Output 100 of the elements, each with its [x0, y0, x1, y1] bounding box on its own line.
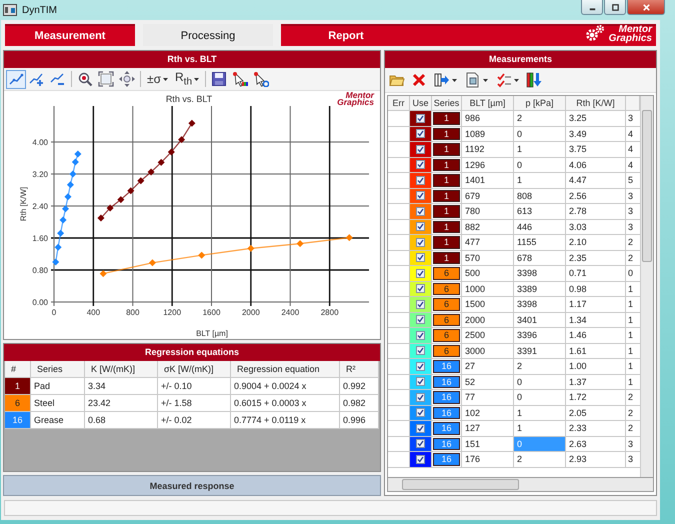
table-cell: 1500: [462, 297, 514, 312]
toolbar-button[interactable]: [230, 70, 250, 88]
column-header: σK [W/(mK)]: [158, 361, 231, 377]
checkbox[interactable]: [416, 284, 425, 294]
series-badge: 1: [433, 143, 460, 156]
axis-tick-label: 1.60: [32, 234, 48, 243]
add-point-icon: [29, 71, 45, 87]
table-cell: 0: [514, 374, 566, 389]
table-cell-text: 5: [627, 174, 634, 187]
column-header: Use: [410, 96, 432, 110]
table-cell: 27: [462, 359, 514, 374]
checkbox[interactable]: [416, 238, 425, 247]
series-badge: 6: [433, 282, 460, 295]
checkbox[interactable]: [416, 268, 425, 278]
toolbar-button[interactable]: [251, 70, 272, 88]
column-header: R²: [340, 361, 379, 377]
checkbox[interactable]: [416, 253, 425, 262]
table-cell: 2: [514, 111, 566, 126]
checkbox[interactable]: [416, 300, 425, 309]
checkbox[interactable]: [416, 424, 425, 433]
column-header: Regression equation: [231, 361, 340, 377]
horizontal-scrollbar[interactable]: [387, 477, 654, 492]
panel-header: Regression equations: [4, 344, 380, 361]
checkbox[interactable]: [416, 454, 425, 464]
checkbox[interactable]: [416, 144, 425, 154]
table-cell: 0.98: [566, 282, 626, 296]
maximize-button[interactable]: [604, 0, 626, 15]
checkbox[interactable]: [416, 346, 425, 356]
series-badge: 1: [433, 128, 460, 140]
axis-title: BLT [µm]: [196, 329, 228, 338]
table-cell-text: 0: [627, 267, 634, 280]
table-cell: 2: [514, 359, 566, 374]
checkbox[interactable]: [416, 377, 425, 386]
color-cursor-icon: [232, 71, 248, 87]
close-icon: [642, 2, 650, 12]
checkbox[interactable]: [416, 191, 425, 200]
column-header: p [kPa]: [514, 96, 566, 110]
table-cell-text: 1: [627, 376, 634, 388]
table-cell-text: 1: [627, 360, 634, 373]
document-icon: [465, 72, 481, 88]
table-cell: +/- 1.58: [158, 395, 231, 411]
close-button[interactable]: [627, 0, 665, 15]
checkbox[interactable]: [416, 222, 425, 232]
table-cell: 986: [462, 111, 514, 126]
minimize-button[interactable]: [581, 0, 603, 15]
table-cell-text: 3: [627, 453, 634, 466]
table-cell-text: 1: [627, 314, 634, 326]
table-cell: 1296: [462, 158, 514, 172]
table-cell: 1401: [462, 173, 514, 188]
checkbox[interactable]: [416, 176, 425, 185]
table-cell: 1155: [514, 235, 566, 250]
series-number-cell: 6: [5, 395, 31, 411]
table-cell: 0.71: [566, 266, 626, 280]
column-export-icon: [434, 72, 450, 88]
window-title: DynTIM: [22, 4, 57, 16]
vertical-scrollbar[interactable]: [640, 96, 653, 477]
series-badge: 1: [433, 112, 460, 124]
checkbox[interactable]: [416, 315, 425, 324]
column-header: #: [5, 361, 31, 377]
checkbox[interactable]: [416, 362, 425, 371]
table-cell-text: 3: [627, 438, 634, 450]
checkbox[interactable]: [416, 129, 425, 138]
table-cell: 4.47: [566, 173, 626, 188]
axis-tick-label: 0.80: [32, 266, 48, 275]
dropdown-button[interactable]: ±σ: [144, 70, 171, 88]
column-header: Series: [432, 96, 462, 110]
series-badge: 1: [433, 236, 460, 248]
table-cell-text: 4: [627, 158, 634, 172]
axis-title: Rth [K/W]: [19, 186, 28, 222]
section-header-button[interactable]: Measured response: [3, 475, 381, 496]
toolbar-button[interactable]: [524, 70, 544, 90]
axis-tick-label: 2400: [281, 308, 300, 317]
caret-icon: [194, 78, 200, 80]
maximize-icon: [610, 2, 620, 12]
table-cell-text: 4: [627, 128, 634, 140]
tab[interactable]: Processing: [143, 24, 273, 46]
table-cell: 0.7774 + 0.0119 x: [231, 412, 340, 428]
axis-tick-label: 2800: [320, 308, 339, 317]
table-cell: 0.9004 + 0.0024 x: [231, 378, 340, 394]
table-cell: 3391: [514, 344, 566, 358]
table-cell: 0.982: [340, 395, 379, 411]
checkbox[interactable]: [416, 330, 425, 340]
table-cell: 0.68: [85, 412, 158, 428]
table-cell: 0: [514, 436, 566, 451]
axis-tick-label: 1200: [163, 308, 182, 317]
tab[interactable]: Report: [281, 24, 411, 46]
table-cell: 2.63: [566, 436, 626, 451]
checkbox[interactable]: [416, 114, 425, 123]
checkbox[interactable]: [416, 408, 425, 418]
axis-tick-label: 0: [52, 308, 56, 317]
checkbox[interactable]: [416, 206, 425, 216]
table-cell: 2.78: [566, 204, 626, 218]
checkbox[interactable]: [416, 160, 425, 170]
series-badge: 6: [433, 298, 460, 310]
checkbox[interactable]: [416, 439, 425, 448]
series-badge: 6: [433, 329, 460, 342]
remove-point-icon: [50, 71, 66, 87]
dropdown-button[interactable]: R$_{th}$: [172, 70, 202, 88]
tab[interactable]: Measurement: [5, 24, 135, 46]
checkbox[interactable]: [416, 392, 425, 402]
